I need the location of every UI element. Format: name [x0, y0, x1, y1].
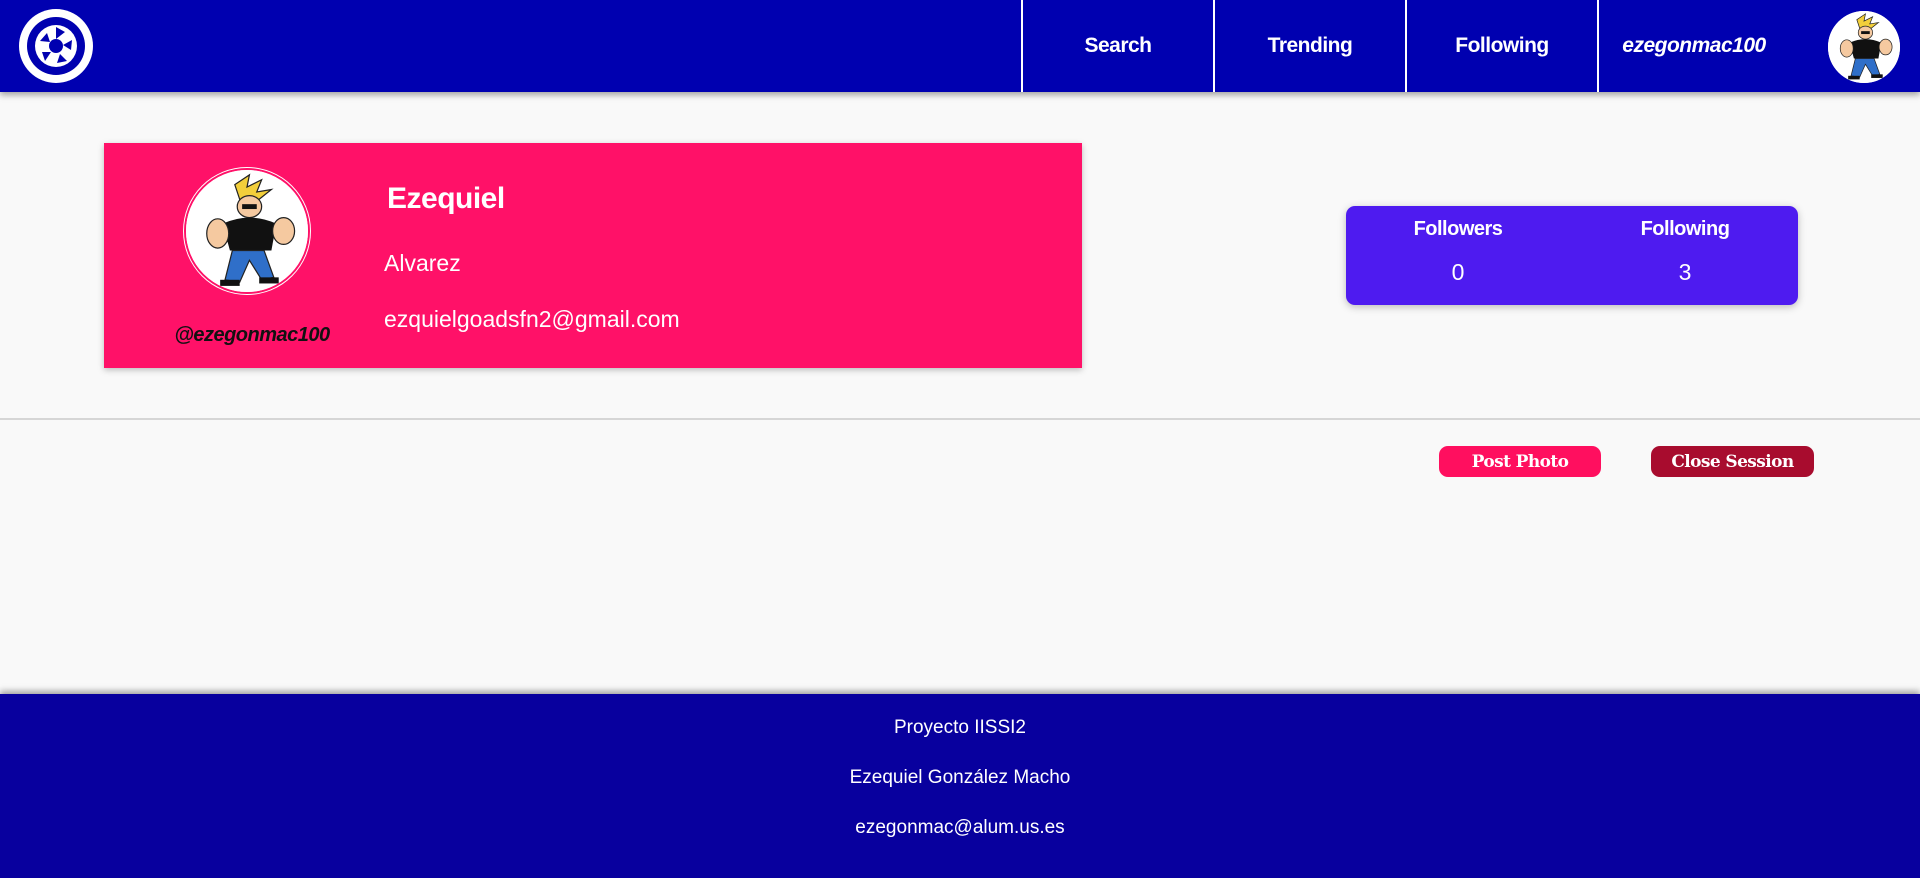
following-label: Following: [1640, 218, 1730, 240]
profile-handle: @ezegonmac100: [174, 324, 330, 346]
nav-following-label: Following: [1455, 34, 1549, 57]
followers-stat[interactable]: Followers 0: [1358, 218, 1558, 286]
nav-following[interactable]: Following: [1405, 0, 1597, 92]
nav-search-label: Search: [1084, 34, 1152, 57]
following-stat[interactable]: Following 3: [1585, 218, 1785, 286]
close-session-button[interactable]: Close Session: [1651, 446, 1814, 477]
nav-user-profile[interactable]: ezegonmac100: [1597, 0, 1789, 92]
camera-shutter-icon: [27, 17, 85, 75]
top-navbar: Search Trending Following ezegonmac100: [0, 0, 1920, 92]
follow-stats-card: Followers 0 Following 3: [1346, 206, 1798, 305]
profile-avatar: [184, 168, 310, 294]
followers-label: Followers: [1413, 218, 1503, 240]
profile-first-name: Ezequiel: [387, 182, 505, 215]
footer-email: ezegonmac@alum.us.es: [855, 817, 1065, 838]
camera-shutter-logo-icon[interactable]: [19, 9, 93, 83]
nav-trending[interactable]: Trending: [1213, 0, 1405, 92]
footer-project: Proyecto IISSI2: [893, 717, 1026, 738]
profile-email: ezquielgoadsfn2@gmail.com: [384, 306, 680, 332]
footer-author: Ezequiel González Macho: [849, 767, 1071, 788]
cartoon-character-avatar-icon: [1828, 11, 1900, 83]
profile-last-name: Alvarez: [384, 250, 461, 276]
section-divider: [0, 418, 1920, 420]
nav-username-label: ezegonmac100: [1622, 34, 1766, 57]
post-photo-button[interactable]: Post Photo: [1439, 446, 1601, 477]
following-count: 3: [1678, 259, 1692, 285]
followers-count: 0: [1451, 259, 1465, 285]
profile-card: @ezegonmac100 Ezequiel Alvarez ezquielgo…: [104, 143, 1082, 368]
header-avatar[interactable]: [1826, 9, 1902, 85]
page-footer: Proyecto IISSI2 Ezequiel González Macho …: [0, 694, 1920, 878]
nav-search[interactable]: Search: [1021, 0, 1213, 92]
cartoon-character-avatar-icon: [186, 170, 308, 292]
nav-trending-label: Trending: [1267, 34, 1353, 57]
